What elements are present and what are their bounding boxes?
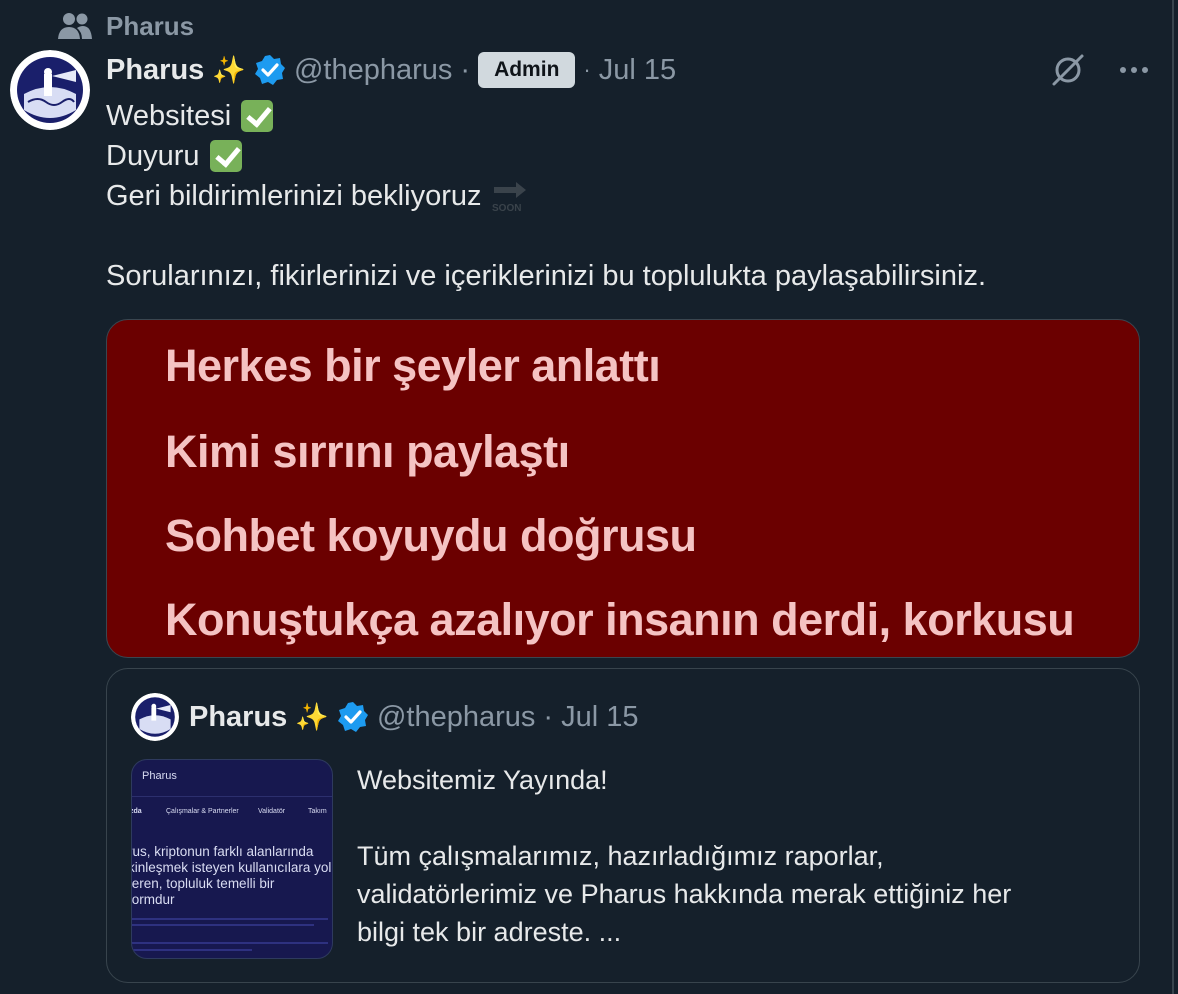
lyric-line: Sohbet koyuydu doğrusu — [165, 510, 697, 561]
thumb-site-title: Pharus — [142, 770, 177, 782]
soon-arrow-icon: SOON — [490, 179, 530, 214]
quoted-author-name: Pharus — [189, 700, 288, 733]
thumb-nav-item: Validatör — [258, 808, 286, 815]
sparkle-emoji: ✨ — [295, 702, 329, 732]
tweet-line: Websitesi — [106, 96, 986, 136]
tweet-line: Geri bildirimlerinizi bekliyoruz SOON — [106, 176, 986, 216]
tweet-line-text: Duyuru — [106, 140, 200, 172]
lyric-line: Kimi sırrını paylaştı — [165, 426, 570, 477]
tweet-header: Pharus ✨ @thepharus · Admin · Jul 15 — [106, 48, 676, 92]
verified-badge-icon — [337, 701, 369, 733]
sparkle-emoji: ✨ — [212, 55, 246, 85]
quoted-tweet-date: Jul 15 — [561, 700, 639, 733]
timeline: Pharus Pharus ✨ @thepharus · Admin · Jul… — [0, 0, 1170, 994]
thumb-text-line — [132, 942, 328, 944]
soon-label: SOON — [492, 203, 521, 213]
quoted-line: Websitemiz Yayında! — [357, 765, 608, 795]
tweet-date[interactable]: Jul 15 — [599, 54, 676, 87]
quoted-author-handle: @thepharus — [376, 700, 536, 733]
thumb-headline-line: formdur — [131, 892, 175, 907]
tweet-line: Duyuru — [106, 136, 986, 176]
author-name[interactable]: Pharus — [106, 54, 204, 87]
quoted-author-avatar — [131, 693, 179, 741]
quoted-line — [357, 799, 1127, 837]
thumb-divider — [132, 796, 332, 797]
grok-icon[interactable] — [1048, 50, 1088, 90]
quoted-tweet-text: Websitemiz Yayında! Tüm çalışmalarımız, … — [357, 761, 1127, 951]
tweet-line-text: Geri bildirimlerinizi bekliyoruz — [106, 180, 482, 212]
people-icon — [58, 11, 92, 41]
community-header[interactable]: Pharus — [58, 8, 194, 44]
column-border — [1172, 0, 1174, 994]
tweet-actions — [1048, 50, 1154, 90]
admin-badge: Admin — [478, 52, 576, 88]
check-mark-icon — [241, 100, 274, 132]
thumb-headline-line: rus, kriptonun farklı alanlarında — [131, 844, 314, 859]
tweet-line-text: Sorularınızı, fikirlerinizi ve içerikler… — [106, 260, 986, 292]
tweet-text: Websitesi Duyuru Geri bildirimlerinizi b… — [106, 96, 986, 296]
author-handle[interactable]: @thepharus — [294, 54, 452, 87]
thumb-nav-item: zda — [131, 808, 142, 815]
verified-badge-icon[interactable] — [254, 54, 286, 86]
thumb-text-line — [132, 949, 252, 951]
tweet-line: Sorularınızı, fikirlerinizi ve içerikler… — [106, 256, 986, 296]
tweet-media-image[interactable]: Herkes bir şeyler anlattı Herkes bir şey… — [106, 319, 1140, 658]
lyric-line: Konuştukça azalıyor insanın derdi, korku… — [165, 594, 1075, 645]
thumb-headline-line: teren, topluluk temelli bir — [131, 876, 275, 891]
author-avatar[interactable] — [10, 50, 90, 130]
thumb-nav-item: Takım — [308, 808, 327, 815]
tweet-line-text: Websitesi — [106, 100, 232, 132]
thumb-text-line — [132, 924, 314, 926]
quoted-tweet[interactable]: Pharus ✨ @thepharus · Jul 15 Pharus zda … — [106, 668, 1140, 983]
community-name[interactable]: Pharus — [106, 11, 194, 42]
quoted-line: Tüm çalışmalarımız, hazırladığımız rapor… — [357, 841, 884, 871]
lyric-line: Herkes bir şeyler anlattı — [165, 340, 661, 391]
check-mark-icon — [209, 140, 242, 172]
quoted-tweet-header: Pharus ✨ @thepharus · Jul 15 — [131, 693, 638, 741]
more-options-icon[interactable] — [1114, 50, 1154, 90]
lyric-line: Herkes bir şeyler anlattı — [165, 656, 661, 657]
separator-dot: · — [543, 700, 554, 733]
thumb-text-line — [132, 918, 328, 920]
quoted-line: bilgi tek bir adreste. ... — [357, 917, 622, 947]
thumb-headline-line: kinleşmek isteyen kullanıcılara yol — [131, 860, 332, 875]
quoted-line: validatörlerimiz ve Pharus hakkında mera… — [357, 879, 1012, 909]
separator-dot: · — [583, 57, 591, 82]
quoted-link-thumbnail[interactable]: Pharus zda Çalışmalar & Partnerler Valid… — [131, 759, 333, 959]
thumb-nav-item: Çalışmalar & Partnerler — [166, 808, 239, 815]
separator-dot: · — [460, 53, 471, 86]
